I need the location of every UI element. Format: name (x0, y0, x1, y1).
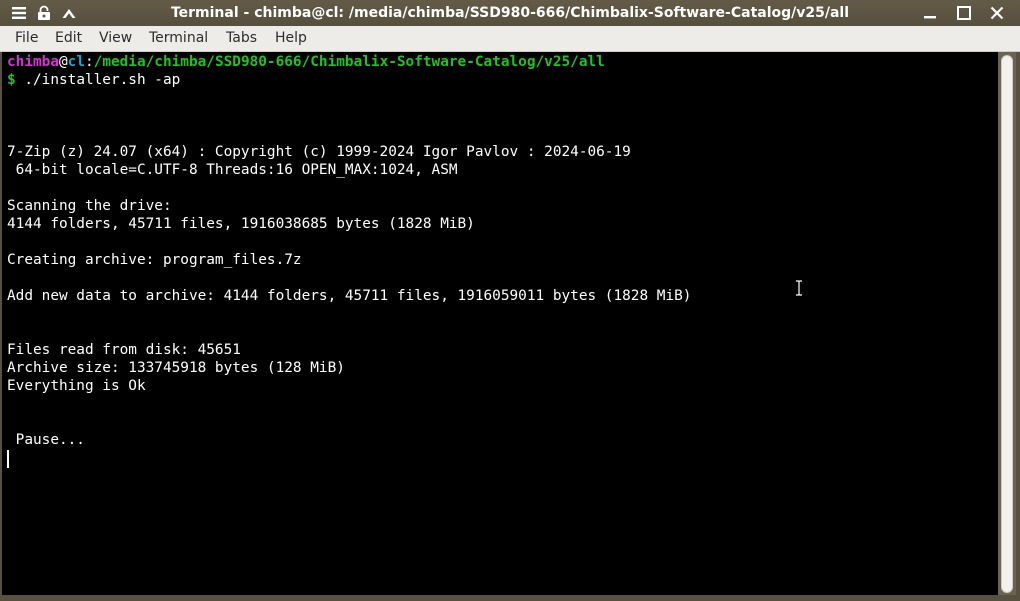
prompt-dollar: $ (7, 72, 16, 88)
command-text: ./installer.sh -ap (15, 72, 181, 88)
menu-help[interactable]: Help (275, 26, 307, 51)
output-line: 4144 folders, 45711 files, 1916038685 by… (7, 216, 475, 232)
prompt-at: @ (58, 54, 68, 70)
terminal-window: Terminal - chimba@cl: /media/chimba/SSD9… (0, 0, 1020, 601)
output-line: Add new data to archive: 4144 folders, 4… (7, 288, 692, 304)
vertical-scrollbar[interactable] (998, 52, 1016, 595)
terminal-output[interactable]: chimba@cl:/media/chimba/SSD980-666/Chimb… (2, 52, 998, 595)
output-line: Everything is Ok (7, 378, 146, 394)
menu-file[interactable]: File (15, 26, 38, 51)
window-title: Terminal - chimba@cl: /media/chimba/SSD9… (170, 5, 850, 21)
close-icon[interactable] (985, 2, 1009, 24)
minimize-icon[interactable] (918, 2, 942, 24)
hamburger-menu-icon[interactable] (10, 4, 28, 22)
menu-bar: File Edit View Terminal Tabs Help (0, 26, 1020, 52)
scrollbar-thumb[interactable] (1001, 55, 1013, 593)
prompt-line: chimba@cl:/media/chimba/SSD980-666/Chimb… (7, 53, 605, 71)
lock-icon[interactable] (35, 4, 53, 22)
output-line: Creating archive: program_files.7z (7, 252, 302, 268)
prompt-host: cl (67, 54, 85, 70)
title-bar[interactable]: Terminal - chimba@cl: /media/chimba/SSD9… (0, 0, 1020, 26)
output-line: 64-bit locale=C.UTF-8 Threads:16 OPEN_MA… (7, 162, 458, 178)
output-line: Archive size: 133745918 bytes (128 MiB) (7, 360, 345, 376)
menu-view[interactable]: View (99, 26, 132, 51)
menu-terminal[interactable]: Terminal (149, 26, 208, 51)
output-line: 7-Zip (z) 24.07 (x64) : Copyright (c) 19… (7, 144, 631, 160)
chevron-up-icon[interactable] (60, 4, 78, 22)
prompt-path: /media/chimba/SSD980-666/Chimbalix-Softw… (93, 54, 605, 70)
text-cursor (7, 450, 9, 468)
prompt-user: chimba (7, 54, 59, 70)
maximize-icon[interactable] (952, 2, 976, 24)
output-line: Files read from disk: 45651 (7, 342, 241, 358)
output-line: Pause... (7, 432, 85, 448)
ibeam-cursor-icon (795, 280, 803, 296)
menu-edit[interactable]: Edit (55, 26, 82, 51)
menu-tabs[interactable]: Tabs (226, 26, 257, 51)
prompt-colon: : (84, 54, 94, 70)
command-line: $ ./installer.sh -ap (7, 71, 180, 89)
window-bottom-border (0, 595, 1020, 601)
output-line: Scanning the drive: (7, 198, 172, 214)
